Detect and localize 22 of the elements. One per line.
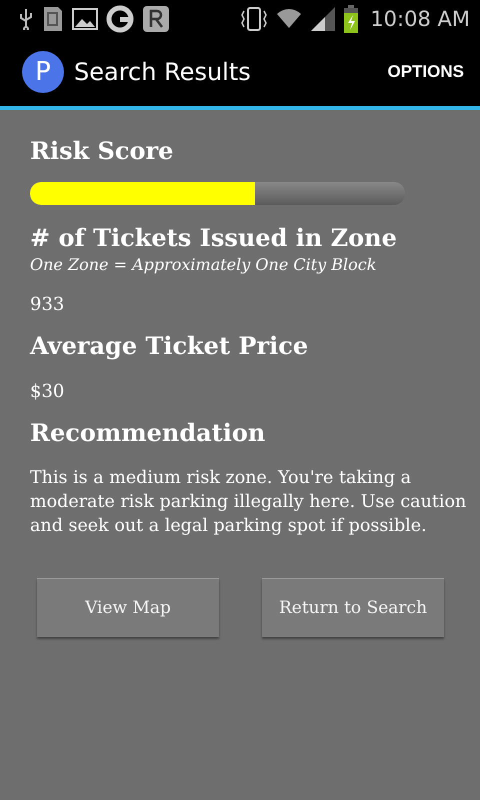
ticket-count: 933 [30,294,66,315]
section-heading: Risk Score [30,136,174,166]
screen-title: Search Results [74,58,252,86]
vibrate-icon [240,6,268,32]
section-heading: # of Tickets Issued in Zone [30,223,398,253]
view-map-button[interactable]: View Map [37,578,219,637]
image-icon [72,8,98,30]
zone-note: One Zone = Approximately One City Block [30,255,378,274]
usb-icon [18,8,34,30]
status-time: 10:08 AM [370,7,470,31]
signal-icon [310,6,336,32]
section-heading: Recommendation [30,418,266,448]
return-to-search-button[interactable]: Return to Search [262,578,444,637]
recommendation-text: This is a medium risk zone. You're taking a moderate risk parking illegally here. Use caution and seek out a legal parking spot if possible. [30,467,468,538]
ticket-price: $30 [30,381,66,402]
battery-icon [344,5,358,33]
app-logo: P [22,51,64,93]
options-menu-button[interactable]: OPTIONS [383,58,468,86]
app-icon [106,5,134,33]
sd-card-icon [42,6,64,32]
section-heading: Average Ticket Price [30,331,310,361]
app-icon [142,5,170,33]
